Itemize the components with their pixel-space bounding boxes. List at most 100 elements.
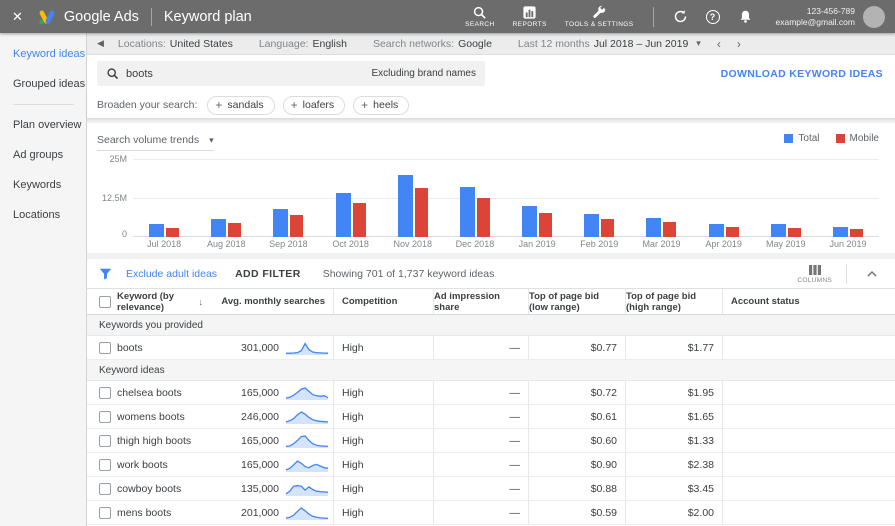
row-checkbox[interactable]	[99, 410, 111, 423]
keyword-cell: mens boots	[117, 506, 172, 519]
help-icon: ?	[705, 9, 720, 24]
main-layout: Keyword ideas Grouped ideas Plan overvie…	[0, 33, 895, 526]
sidebar-item-locations[interactable]: Locations	[0, 200, 86, 230]
sidebar-item-ad-groups[interactable]: Ad groups	[0, 140, 86, 170]
collapse-panel-icon[interactable]: ◀	[97, 38, 104, 49]
column-header-keyword[interactable]: Keyword (by relevance) ↓	[117, 289, 203, 314]
y-tick: 0	[121, 229, 127, 239]
ad-impression-cell: —	[433, 477, 528, 500]
chip-sandals[interactable]: + sandals	[207, 95, 275, 115]
search-icon	[474, 6, 487, 19]
next-period-button[interactable]: ›	[737, 37, 741, 51]
close-icon[interactable]: ✕	[12, 9, 23, 25]
bid-high-cell: $3.45	[625, 477, 722, 500]
sidebar-item-grouped-ideas[interactable]: Grouped ideas	[0, 69, 86, 99]
column-header-avg-monthly-searches[interactable]: Avg. monthly searches	[203, 289, 333, 314]
chip-heels[interactable]: + heels	[353, 95, 410, 115]
table-row: thigh high boots 165,000 High — $0.60 $1…	[87, 429, 895, 453]
sidebar-item-keyword-ideas[interactable]: Keyword ideas	[0, 39, 86, 69]
competition-cell: High	[333, 405, 433, 428]
networks-setting[interactable]: Search networks: Google	[373, 38, 492, 50]
columns-button[interactable]: COLUMNS	[797, 264, 832, 284]
avatar[interactable]	[863, 5, 885, 28]
bar-mobile	[601, 219, 615, 237]
column-header-ad-impression-share[interactable]: Ad impression share	[433, 289, 528, 314]
exclude-adult-ideas-link[interactable]: Exclude adult ideas	[126, 268, 217, 280]
chart-bar-group	[257, 159, 319, 237]
account-status-cell	[722, 477, 895, 500]
sparkline-chart	[285, 386, 329, 400]
bar-total	[273, 209, 289, 237]
date-range-label: Last 12 months	[517, 37, 590, 50]
chip-loafers[interactable]: + loafers	[282, 95, 346, 115]
bar-total	[459, 187, 475, 237]
row-checkbox[interactable]	[99, 341, 111, 354]
competition-cell: High	[333, 381, 433, 404]
column-header-top-bid-low[interactable]: Top of page bid (low range)	[528, 289, 625, 314]
account-info[interactable]: 123-456-789 example@gmail.com	[776, 6, 856, 27]
table-row: boots 301,000 High — $0.77 $1.77	[87, 336, 895, 360]
table-row: cowboy boots 135,000 High — $0.88 $3.45	[87, 477, 895, 501]
row-checkbox[interactable]	[99, 434, 111, 447]
help-button[interactable]: ?	[705, 9, 720, 24]
broaden-search-label: Broaden your search:	[97, 99, 198, 111]
avg-searches-value: 165,000	[241, 434, 279, 447]
trend-chart: 25M 12.5M 0 Jul 2018 Aug 2018 Sep 2018 Oct …	[102, 154, 879, 249]
mobile-swatch	[835, 134, 845, 143]
column-header-competition[interactable]: Competition	[333, 289, 433, 314]
search-nav-button[interactable]: SEARCH	[465, 5, 495, 28]
table-tools: COLUMNS	[797, 263, 883, 284]
keyword-cell: boots	[117, 341, 143, 354]
previous-period-button[interactable]: ‹	[717, 37, 721, 51]
bar-columns	[133, 159, 879, 237]
divider	[846, 263, 847, 284]
chart-bar-group	[568, 159, 630, 237]
row-checkbox[interactable]	[99, 506, 111, 519]
content-area: ◀ Locations: United States Language: Eng…	[87, 33, 895, 526]
sidebar: Keyword ideas Grouped ideas Plan overvie…	[0, 33, 87, 526]
language-setting[interactable]: Language: English	[259, 38, 347, 50]
x-tick-label: Sep 2018	[269, 239, 308, 249]
locations-setting[interactable]: Locations: United States	[118, 38, 233, 50]
chart-bar-group	[195, 159, 257, 237]
reports-nav-button[interactable]: REPORTS	[513, 5, 547, 28]
row-checkbox[interactable]	[99, 386, 111, 399]
row-checkbox[interactable]	[99, 482, 111, 495]
tools-settings-nav-button[interactable]: TOOLS & SETTINGS	[565, 5, 634, 28]
x-tick-label: May 2019	[766, 239, 806, 249]
chart-type-dropdown[interactable]: Search volume trends ▾	[97, 134, 214, 151]
bid-high-cell: $2.00	[625, 501, 722, 524]
sidebar-item-keywords[interactable]: Keywords	[0, 170, 86, 200]
download-keyword-ideas-button[interactable]: DOWNLOAD KEYWORD IDEAS	[721, 68, 883, 80]
bid-high-cell: $1.95	[625, 381, 722, 404]
row-checkbox[interactable]	[99, 458, 111, 471]
x-tick-label: Oct 2018	[332, 239, 369, 249]
bar-mobile	[476, 198, 490, 237]
column-header-account-status[interactable]: Account status	[722, 289, 895, 314]
avg-searches-value: 165,000	[241, 386, 279, 399]
bar-mobile	[663, 222, 677, 237]
chart-bar-group	[382, 159, 444, 237]
date-range-picker[interactable]: Last 12 months Jul 2018 – Jun 2019 ▾	[518, 38, 701, 50]
add-filter-button[interactable]: ADD FILTER	[235, 268, 301, 280]
plus-icon: +	[290, 98, 298, 112]
select-all-checkbox[interactable]	[99, 295, 111, 308]
brand-filter-label[interactable]: Excluding brand names	[371, 68, 476, 79]
avg-searches-value: 165,000	[241, 458, 279, 471]
filter-funnel-icon[interactable]	[99, 268, 112, 280]
bar-total	[397, 175, 413, 237]
column-header-top-bid-high[interactable]: Top of page bid (high range)	[625, 289, 722, 314]
appbar-actions: SEARCH REPORTS TOOLS & SETTINGS ? 123-45…	[456, 5, 885, 28]
keyword-search-input[interactable]: boots Excluding brand names	[97, 61, 485, 86]
collapse-table-button[interactable]	[861, 270, 883, 277]
bar-total	[708, 224, 724, 237]
notifications-button[interactable]	[738, 9, 753, 24]
avg-searches-value: 246,000	[241, 410, 279, 423]
bar-mobile	[290, 215, 304, 237]
avg-searches-value: 301,000	[241, 341, 279, 354]
sidebar-item-plan-overview[interactable]: Plan overview	[0, 110, 86, 140]
showing-results-text: Showing 701 of 1,737 keyword ideas	[322, 267, 495, 280]
bell-icon	[740, 10, 750, 23]
refresh-button[interactable]	[673, 9, 688, 24]
account-status-cell	[722, 405, 895, 428]
